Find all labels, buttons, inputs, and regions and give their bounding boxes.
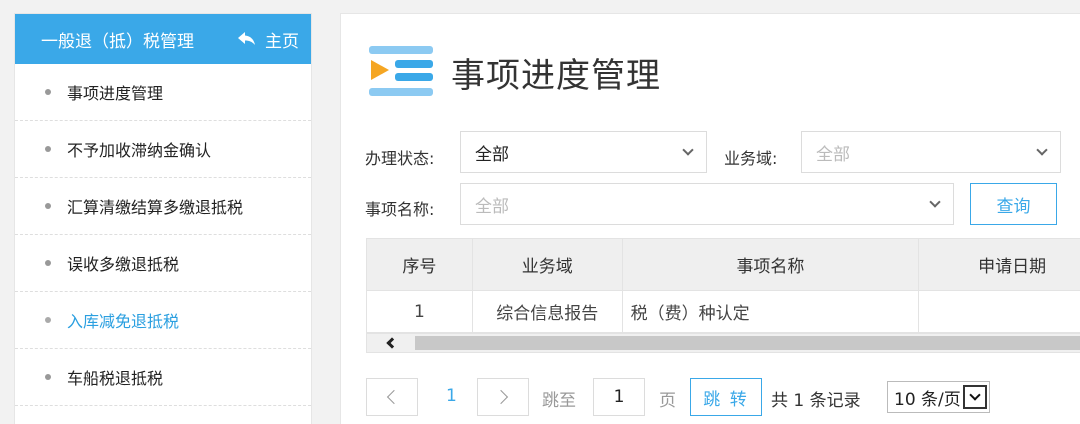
scrollbar-thumb[interactable] [415, 336, 1080, 350]
bullet-icon [45, 317, 51, 323]
prev-page-button[interactable] [366, 378, 418, 416]
status-value: 全部 [475, 144, 509, 165]
cell-apply-date [918, 290, 1080, 333]
column-header-apply-date[interactable]: 申请日期 [918, 238, 1080, 291]
page-header: 事项进度管理 [369, 46, 661, 98]
sidebar-item-progress[interactable]: 事项进度管理 [15, 64, 311, 121]
bullet-icon [45, 89, 51, 95]
chevron-down-icon [682, 143, 694, 156]
page-size-value: 10 条/页 [894, 389, 961, 410]
table-header-row: 序号 业务域 事项名称 申请日期 [366, 238, 1080, 291]
main-panel: 事项进度管理 办理状态: 全部 业务域: 全部 事项名称: 全部 查询 序号 业… [340, 13, 1080, 424]
total-records: 共 1 条记录 [771, 391, 861, 411]
sidebar-item-late-fee[interactable]: 不予加收滞纳金确认 [15, 121, 311, 178]
bullet-icon [45, 146, 51, 152]
jump-to-label: 跳至 [542, 391, 576, 411]
status-select[interactable]: 全部 [460, 131, 707, 173]
reply-arrow-icon [238, 32, 255, 45]
bullet-icon [45, 203, 51, 209]
column-header-domain[interactable]: 业务域 [471, 238, 623, 291]
cell-no: 1 [366, 290, 473, 333]
bullet-icon [45, 260, 51, 266]
sidebar-item-settlement[interactable]: 汇算清缴结算多缴退抵税 [15, 178, 311, 235]
horizontal-scrollbar[interactable] [366, 333, 1080, 353]
sidebar: 一般退（抵）税管理 主页 事项进度管理 不予加收滞纳金确认 汇算清缴结算多缴退抵… [14, 13, 312, 424]
sidebar-item-label: 入库减免退抵税 [67, 312, 180, 331]
page-unit-label: 页 [659, 391, 676, 411]
bullet-icon [45, 374, 51, 380]
next-page-button[interactable] [477, 378, 529, 416]
sidebar-item-vehicle-tax[interactable]: 车船税退抵税 [15, 349, 311, 406]
chevron-down-icon [1036, 143, 1048, 156]
chevron-down-icon [962, 385, 987, 409]
cell-item-name: 税（费）种认定 [621, 290, 920, 333]
sidebar-title: 一般退（抵）税管理 [41, 31, 194, 52]
chevron-down-icon [929, 195, 941, 208]
page-title: 事项进度管理 [451, 55, 661, 96]
table-row[interactable]: 1 综合信息报告 税（费）种认定 [366, 290, 1080, 333]
item-name-label: 事项名称: [365, 200, 435, 219]
domain-select[interactable]: 全部 [801, 131, 1061, 173]
cell-domain: 综合信息报告 [471, 290, 623, 333]
sidebar-item-overpaid[interactable]: 误收多缴退抵税 [15, 235, 311, 292]
sidebar-item-exemption[interactable]: 入库减免退抵税 [15, 292, 311, 349]
domain-label: 业务域: [724, 149, 778, 168]
column-header-item-name[interactable]: 事项名称 [621, 238, 920, 291]
query-button[interactable]: 查询 [970, 183, 1057, 225]
sidebar-item-label: 误收多缴退抵税 [67, 255, 180, 274]
home-link[interactable]: 主页 [237, 27, 299, 52]
jump-go-button[interactable]: 跳 转 [690, 378, 762, 416]
item-name-placeholder: 全部 [475, 196, 509, 217]
chevron-left-icon [386, 389, 402, 405]
sidebar-item-label: 汇算清缴结算多缴退抵税 [67, 198, 244, 217]
current-page[interactable]: 1 [446, 386, 457, 406]
scroll-left-icon[interactable] [367, 334, 413, 352]
jump-page-input[interactable]: 1 [593, 378, 645, 416]
list-icon [369, 46, 433, 98]
sidebar-item-label: 车船税退抵税 [67, 369, 164, 388]
sidebar-header: 一般退（抵）税管理 主页 [15, 14, 311, 64]
item-name-select[interactable]: 全部 [460, 183, 954, 225]
domain-placeholder: 全部 [816, 144, 850, 165]
chevron-right-icon [493, 389, 509, 405]
sidebar-item-label: 不予加收滞纳金确认 [67, 141, 212, 160]
column-header-no[interactable]: 序号 [366, 238, 473, 291]
sidebar-item-label: 事项进度管理 [67, 84, 164, 103]
results-table: 序号 业务域 事项名称 申请日期 1 综合信息报告 税（费）种认定 [366, 238, 1080, 333]
page-size-select[interactable]: 10 条/页 [887, 381, 990, 413]
status-label: 办理状态: [365, 149, 435, 168]
home-label: 主页 [265, 31, 299, 52]
